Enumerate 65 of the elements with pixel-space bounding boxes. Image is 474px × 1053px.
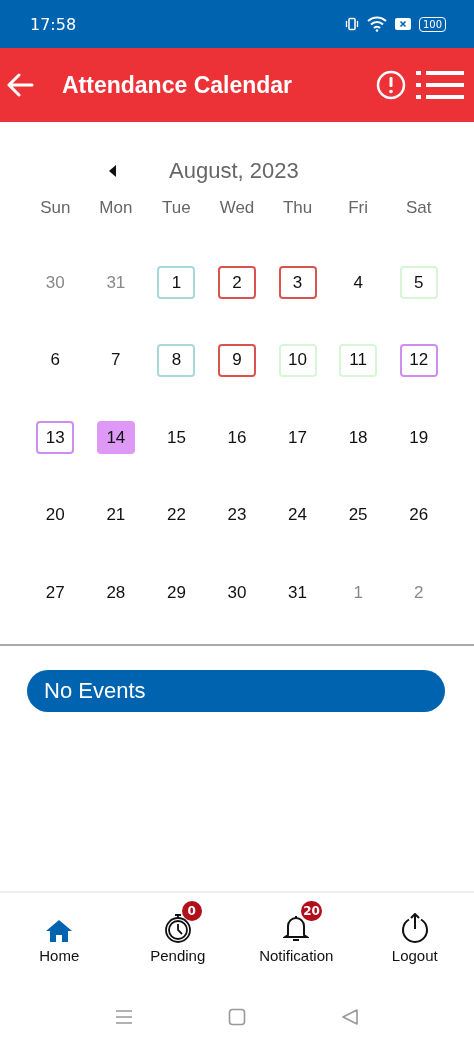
calendar-day[interactable]: 18 (339, 421, 378, 455)
weekday-label: Wed (218, 197, 256, 219)
calendar-day[interactable]: 24 (278, 498, 317, 532)
calendar-day[interactable]: 25 (339, 498, 378, 532)
home-square-icon[interactable] (228, 1008, 246, 1026)
screen-title: Attendance Calendar (62, 71, 294, 99)
stopwatch-icon[interactable] (163, 913, 192, 943)
wifi-icon (366, 16, 387, 32)
status-time: 17:58 (30, 14, 77, 34)
calendar-day[interactable]: 2 (399, 576, 438, 610)
calendar-day[interactable]: 29 (157, 576, 196, 610)
calendar-day[interactable]: 7 (96, 343, 135, 377)
nav-label[interactable]: Pending (150, 947, 206, 964)
weekday-label: Sun (39, 197, 72, 219)
battery-indicator: 100 (418, 16, 446, 32)
calendar-day[interactable]: 14 (96, 421, 135, 455)
back-triangle-icon[interactable] (341, 1008, 359, 1026)
calendar-day[interactable]: 12 (399, 343, 438, 377)
calendar-day[interactable]: 26 (399, 498, 438, 532)
calendar-day[interactable]: 22 (157, 498, 196, 532)
count-badge: 0 (181, 901, 202, 921)
calendar-day[interactable]: 28 (96, 576, 135, 610)
calendar-day[interactable]: 31 (96, 266, 135, 300)
back-arrow-icon[interactable] (6, 73, 34, 97)
calendar-day[interactable]: 19 (399, 421, 438, 455)
bell-icon[interactable] (283, 913, 310, 943)
count-badge: 20 (301, 901, 322, 921)
calendar-day[interactable]: 8 (157, 343, 196, 377)
weekday-label: Mon (98, 197, 134, 219)
weekday-label: Thu (281, 197, 314, 219)
nav-label[interactable]: Logout (391, 947, 438, 964)
month-title: August, 2023 (169, 158, 299, 184)
calendar-day[interactable]: 31 (278, 576, 317, 610)
nav-label[interactable]: Home (39, 947, 80, 964)
weekday-label: Tue (161, 197, 192, 219)
calendar-day[interactable]: 27 (36, 576, 75, 610)
calendar-day[interactable]: 4 (339, 266, 378, 300)
calendar-day[interactable]: 10 (278, 343, 317, 377)
calendar-day[interactable]: 17 (278, 421, 317, 455)
nav-label[interactable]: Notification (259, 947, 334, 964)
calendar-day[interactable]: 30 (218, 576, 256, 610)
weekday-label: Sat (404, 197, 433, 219)
calendar-day[interactable]: 9 (218, 343, 256, 377)
alert-icon[interactable] (376, 70, 406, 100)
calendar-day[interactable]: 1 (157, 266, 196, 300)
home-icon[interactable] (45, 919, 74, 943)
vibrate-icon (344, 17, 359, 31)
calendar-day[interactable]: 11 (339, 343, 378, 377)
calendar-day[interactable]: 5 (399, 266, 438, 300)
previous-month-icon[interactable] (109, 165, 117, 177)
calendar-day[interactable]: 3 (278, 266, 317, 300)
calendar-day[interactable]: 15 (157, 421, 196, 455)
power-icon[interactable] (399, 913, 430, 943)
calendar-day[interactable]: 13 (36, 421, 75, 455)
calendar-day[interactable]: 2 (218, 266, 256, 300)
calendar-day[interactable]: 21 (96, 498, 135, 532)
events-banner: No Events (27, 669, 445, 712)
calendar-day[interactable]: 6 (36, 343, 75, 377)
list-icon[interactable] (416, 71, 464, 99)
weekday-label: Fri (347, 197, 370, 219)
calendar-day[interactable]: 23 (218, 498, 256, 532)
calendar-day[interactable]: 16 (218, 421, 256, 455)
calendar-day[interactable]: 30 (36, 266, 75, 300)
calendar-day[interactable]: 20 (36, 498, 75, 532)
calendar-day[interactable]: 1 (339, 576, 378, 610)
